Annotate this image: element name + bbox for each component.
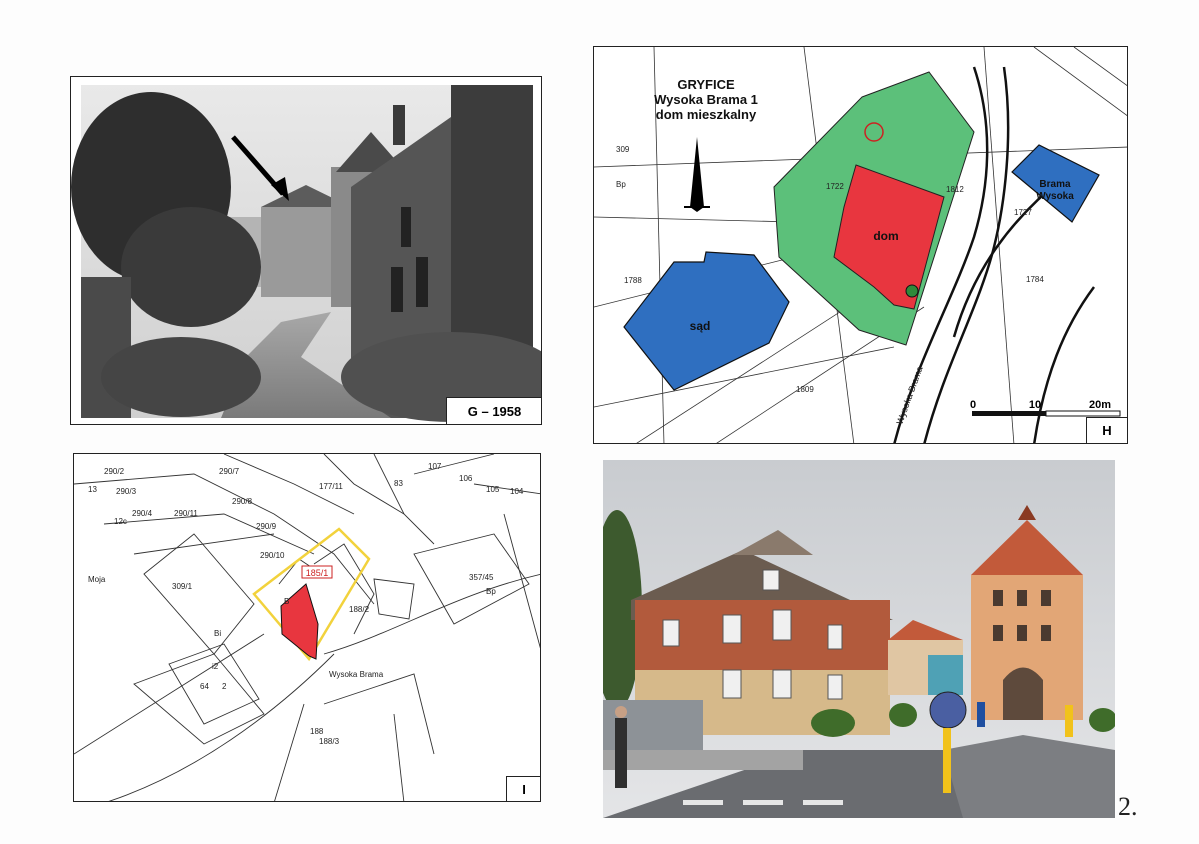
svg-text:1727: 1727 [1014, 208, 1032, 217]
svg-text:Moja: Moja [88, 575, 106, 584]
svg-text:1722: 1722 [826, 182, 844, 191]
site-title-2: Wysoka Brama 1 [654, 92, 758, 107]
svg-text:1788: 1788 [624, 276, 642, 285]
svg-text:12c: 12c [114, 517, 127, 526]
page-number: 2. [1118, 792, 1138, 821]
svg-text:309/1: 309/1 [172, 582, 193, 591]
parcel-highlight-label: 185/1 [306, 568, 329, 578]
svg-text:Bp: Bp [486, 587, 496, 596]
svg-text:290/2: 290/2 [104, 467, 125, 476]
svg-text:290/3: 290/3 [116, 487, 137, 496]
svg-text:B: B [284, 597, 289, 606]
map-label-h: H [1086, 417, 1127, 443]
svg-text:309: 309 [616, 145, 630, 154]
historic-photo-panel: G – 1958 [70, 76, 542, 425]
court-label: sąd [690, 319, 711, 333]
svg-text:106: 106 [459, 474, 473, 483]
svg-text:1812: 1812 [946, 185, 964, 194]
site-street-label: Wysoka Brama [894, 365, 924, 426]
cadastral-map-panel: 185/1 290/2 290/7 290/8 290/9 290/10 290… [73, 453, 541, 802]
svg-text:177/11: 177/11 [319, 482, 343, 491]
site-map: 309 Bp 1809 1788 1812 1722 1727 1784 Wys… [594, 47, 1127, 443]
svg-text:188/2: 188/2 [349, 605, 370, 614]
gate-label-2: Wysoka [1036, 191, 1074, 202]
modern-photo-panel [603, 460, 1115, 818]
svg-text:188: 188 [310, 727, 324, 736]
historic-photo [71, 85, 541, 422]
cadastral-street-label: Wysoka Brama [329, 670, 384, 679]
svg-text:290/8: 290/8 [232, 497, 253, 506]
svg-text:290/7: 290/7 [219, 467, 240, 476]
svg-text:Bp: Bp [616, 180, 626, 189]
cadastral-house [280, 583, 319, 660]
svg-text:Bi: Bi [214, 629, 221, 638]
house-label: dom [873, 229, 898, 243]
svg-text:290/11: 290/11 [174, 509, 198, 518]
cadastral-map: 185/1 290/2 290/7 290/8 290/9 290/10 290… [74, 454, 540, 801]
svg-text:10: 10 [1029, 399, 1041, 411]
svg-text:1809: 1809 [796, 385, 814, 394]
svg-text:13: 13 [88, 485, 97, 494]
site-title-3: dom mieszkalny [656, 107, 757, 122]
svg-text:1784: 1784 [1026, 275, 1044, 284]
svg-text:105: 105 [486, 485, 500, 494]
site-title-1: GRYFICE [677, 77, 735, 92]
svg-text:20m: 20m [1089, 399, 1111, 411]
gate-label-1: Brama [1039, 179, 1071, 190]
svg-text:290/4: 290/4 [132, 509, 153, 518]
map-label-i: I [506, 776, 540, 801]
svg-text:i2: i2 [212, 662, 219, 671]
scale-bar: 0 10 20m [970, 399, 1121, 417]
svg-text:83: 83 [394, 479, 403, 488]
photo-label-g: G – 1958 [446, 397, 541, 424]
svg-text:357/45: 357/45 [469, 573, 494, 582]
svg-text:64: 64 [200, 682, 209, 691]
modern-photo [603, 460, 1115, 818]
svg-text:107: 107 [428, 462, 442, 471]
svg-text:188/3: 188/3 [319, 737, 340, 746]
site-map-panel: 309 Bp 1809 1788 1812 1722 1727 1784 Wys… [593, 46, 1128, 444]
svg-text:2: 2 [222, 682, 227, 691]
svg-text:290/10: 290/10 [260, 551, 285, 560]
svg-text:104: 104 [510, 487, 524, 496]
svg-text:290/9: 290/9 [256, 522, 277, 531]
svg-text:0: 0 [970, 399, 976, 411]
